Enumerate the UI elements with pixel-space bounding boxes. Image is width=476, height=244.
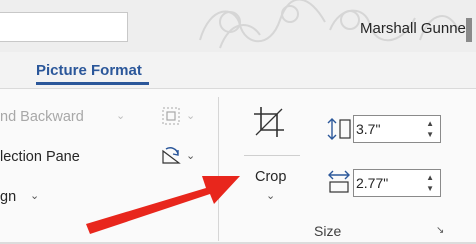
rotate-chevron-icon[interactable]: ⌄ bbox=[186, 149, 195, 162]
send-backward-chevron-icon[interactable]: ⌄ bbox=[116, 109, 125, 122]
group-objects-icon[interactable] bbox=[160, 105, 182, 127]
ribbon-tab-bar: Picture Format bbox=[0, 52, 476, 88]
selection-pane-button[interactable]: lection Pane bbox=[0, 149, 80, 165]
rotate-objects-icon[interactable] bbox=[160, 145, 182, 167]
ribbon-panel: nd Backward ⌄ ⌄ lection Pane ⌄ gn ⌄ Crop… bbox=[0, 88, 476, 244]
shape-width-value[interactable]: 2.77" bbox=[356, 175, 388, 191]
size-group-label: Size bbox=[314, 223, 342, 239]
align-chevron-icon[interactable]: ⌄ bbox=[30, 189, 39, 202]
spin-up-icon[interactable]: ▲ bbox=[426, 174, 434, 182]
spin-up-icon[interactable]: ▲ bbox=[426, 120, 434, 128]
crop-label: Crop bbox=[255, 169, 287, 185]
send-backward-button[interactable]: nd Backward bbox=[0, 109, 84, 125]
user-name[interactable]: Marshall Gunnell bbox=[360, 20, 473, 37]
shape-height-value[interactable]: 3.7" bbox=[356, 121, 380, 137]
shape-width-icon bbox=[328, 170, 350, 193]
shape-width-field[interactable]: 2.77" ▲ ▼ bbox=[353, 169, 441, 197]
avatar[interactable] bbox=[466, 18, 472, 42]
shape-height-field[interactable]: 3.7" ▲ ▼ bbox=[353, 115, 441, 143]
crop-chevron-icon[interactable]: ⌄ bbox=[266, 189, 275, 202]
crop-icon bbox=[254, 107, 284, 137]
crop-divider bbox=[244, 155, 300, 156]
spin-down-icon[interactable]: ▼ bbox=[426, 185, 434, 193]
group-separator bbox=[218, 97, 219, 241]
spin-down-icon[interactable]: ▼ bbox=[426, 131, 434, 139]
align-button[interactable]: gn bbox=[0, 189, 16, 205]
title-bar: Marshall Gunnell bbox=[0, 0, 476, 52]
search-box[interactable] bbox=[0, 12, 128, 42]
tab-picture-format[interactable]: Picture Format bbox=[36, 62, 142, 79]
shape-height-icon bbox=[327, 118, 351, 140]
group-objects-chevron-icon[interactable]: ⌄ bbox=[186, 109, 195, 122]
crop-button[interactable]: Crop ⌄ bbox=[240, 97, 300, 203]
active-tab-indicator bbox=[36, 82, 149, 85]
size-dialog-launcher-icon[interactable]: ↘ bbox=[436, 225, 444, 236]
